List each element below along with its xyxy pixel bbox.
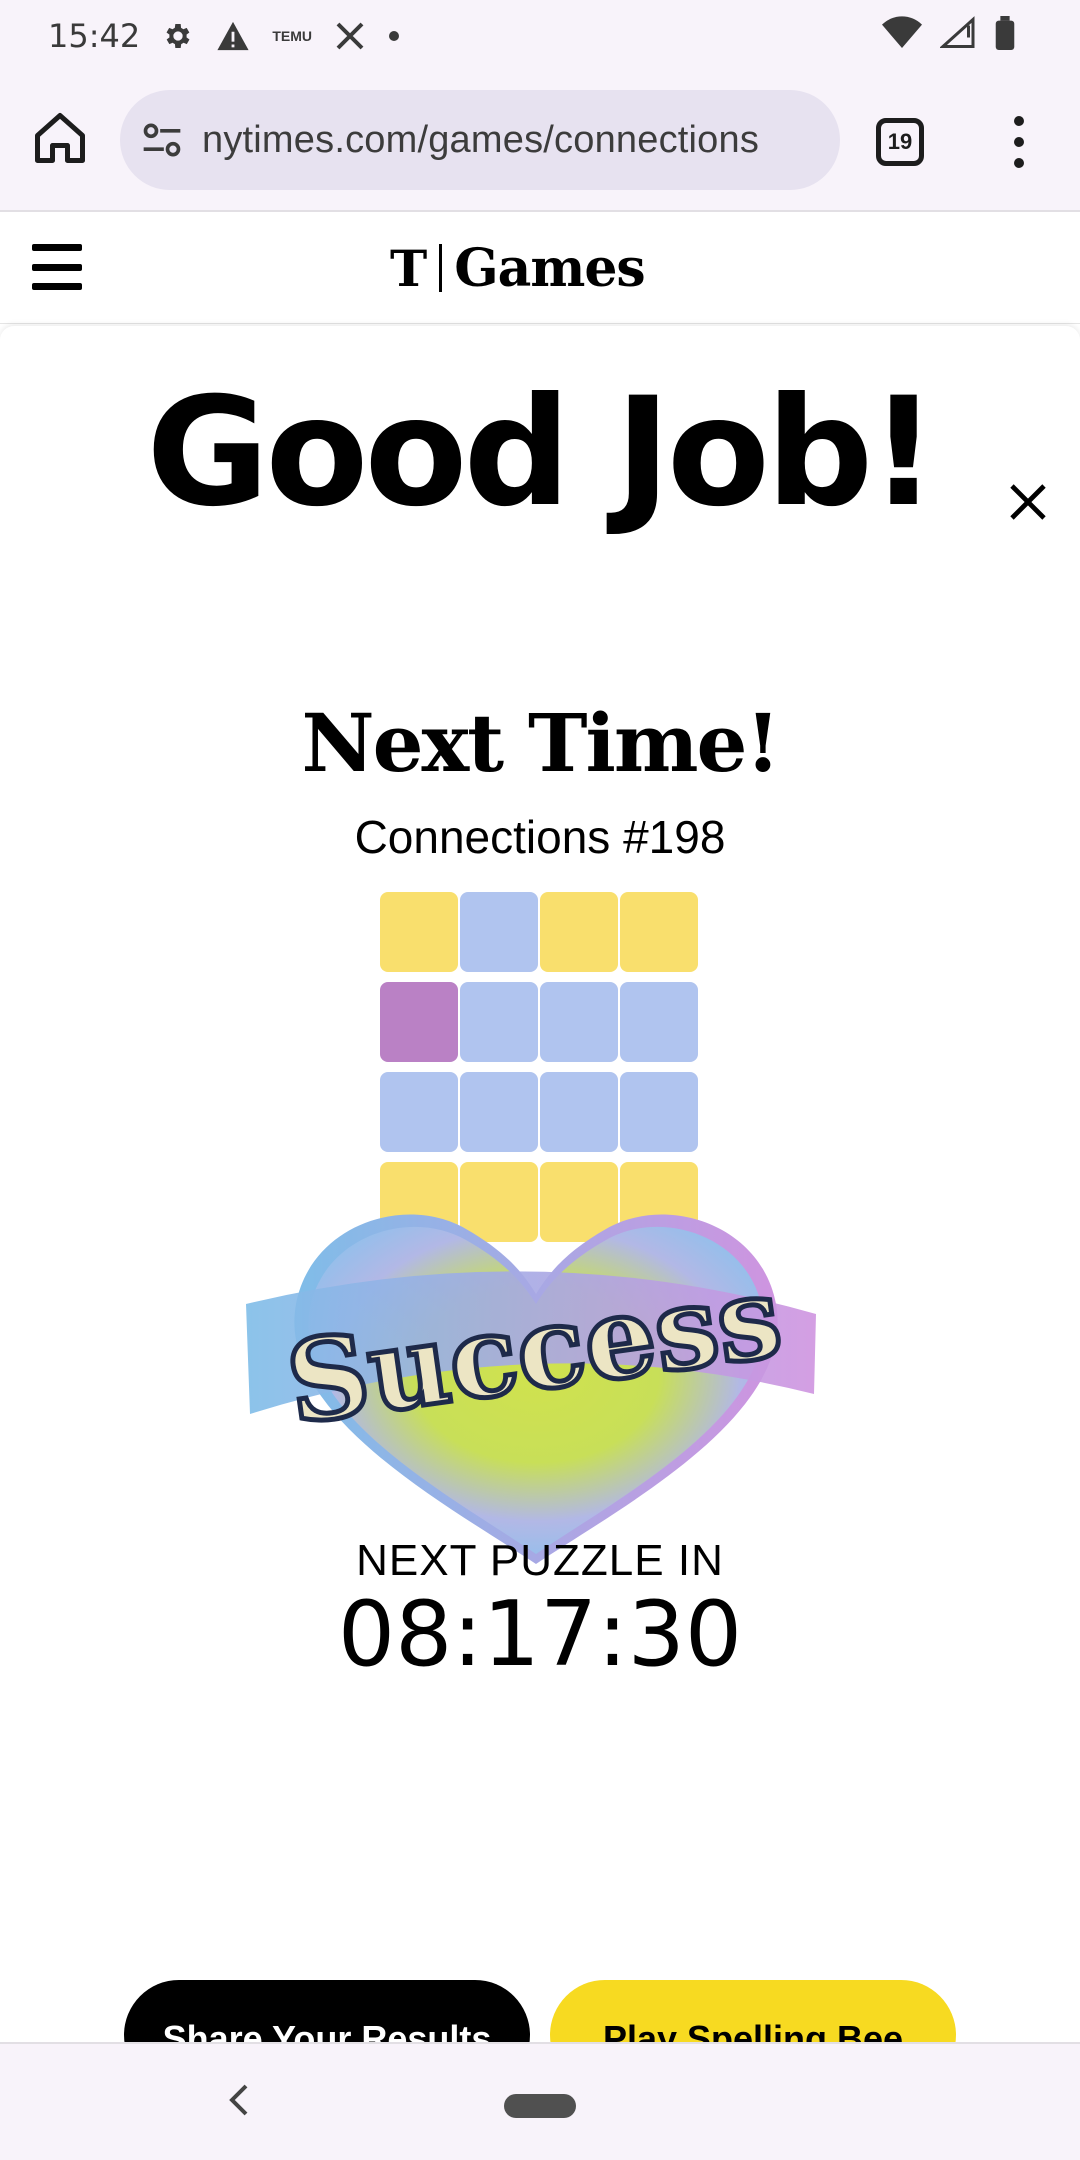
signal-icon [940,16,976,50]
nyt-games-logo[interactable]: T Games [390,237,646,299]
logo-divider [439,244,443,292]
games-wordmark: Games [454,237,645,299]
nyt-t-logo: T [390,238,428,298]
browser-menu-button[interactable] [1004,116,1034,168]
dot-icon [388,30,400,42]
grid-cell-blue [620,982,698,1062]
grid-cell-blue [460,982,538,1062]
url-text[interactable]: nytimes.com/games/connections [202,119,759,162]
grid-cell-blue [460,1072,538,1152]
x-icon [334,20,366,52]
grid-row [380,892,700,972]
browser-toolbar: nytimes.com/games/connections 19 [0,72,1080,212]
home-button[interactable] [30,108,90,168]
puzzle-number: Connections #198 [354,811,726,863]
tab-switcher-button[interactable]: 19 [876,118,924,166]
hamburger-menu-button[interactable] [32,244,82,290]
site-settings-icon[interactable] [140,118,184,162]
grid-cell-blue [380,1072,458,1152]
address-bar[interactable]: nytimes.com/games/connections [120,90,840,190]
grid-cell-yellow [540,892,618,972]
temu-icon: TEMU [272,28,313,44]
grid-cell-yellow [380,892,458,972]
success-heart-sticker: Success [246,1214,816,1564]
result-subtitle: Next Time! [301,696,780,790]
modal-headline: Good Job! [146,366,937,540]
gear-icon [162,20,194,52]
grid-row [380,982,700,1062]
grid-cell-blue [540,982,618,1062]
close-icon [1010,484,1046,520]
grid-cell-blue [460,892,538,972]
countdown-timer: 08:17:30 [337,1582,743,1687]
system-nav-bar [0,2042,1080,2160]
games-header: T Games [0,214,1080,324]
grid-cell-purple [380,982,458,1062]
battery-icon [994,16,1016,50]
next-puzzle-label: NEXT PUZZLE IN [356,1536,724,1585]
wifi-icon [882,16,922,50]
close-button[interactable] [1004,478,1052,526]
back-button[interactable] [226,2082,250,2128]
back-icon [229,2084,248,2116]
status-time: 15:42 [48,17,141,55]
results-modal: Good Job! Next Time! Connections #198 Su… [0,326,1080,2090]
grid-cell-blue [620,1072,698,1152]
grid-row [380,1072,700,1152]
status-bar: 15:42 TEMU [0,0,1080,72]
home-icon [35,113,85,163]
grid-cell-yellow [620,892,698,972]
warning-icon [216,20,250,52]
more-vert-icon [1014,116,1024,126]
grid-cell-blue [540,1072,618,1152]
status-system-icons [882,16,1016,50]
home-gesture-handle[interactable] [504,2094,576,2118]
status-notification-icons: TEMU [162,20,400,52]
